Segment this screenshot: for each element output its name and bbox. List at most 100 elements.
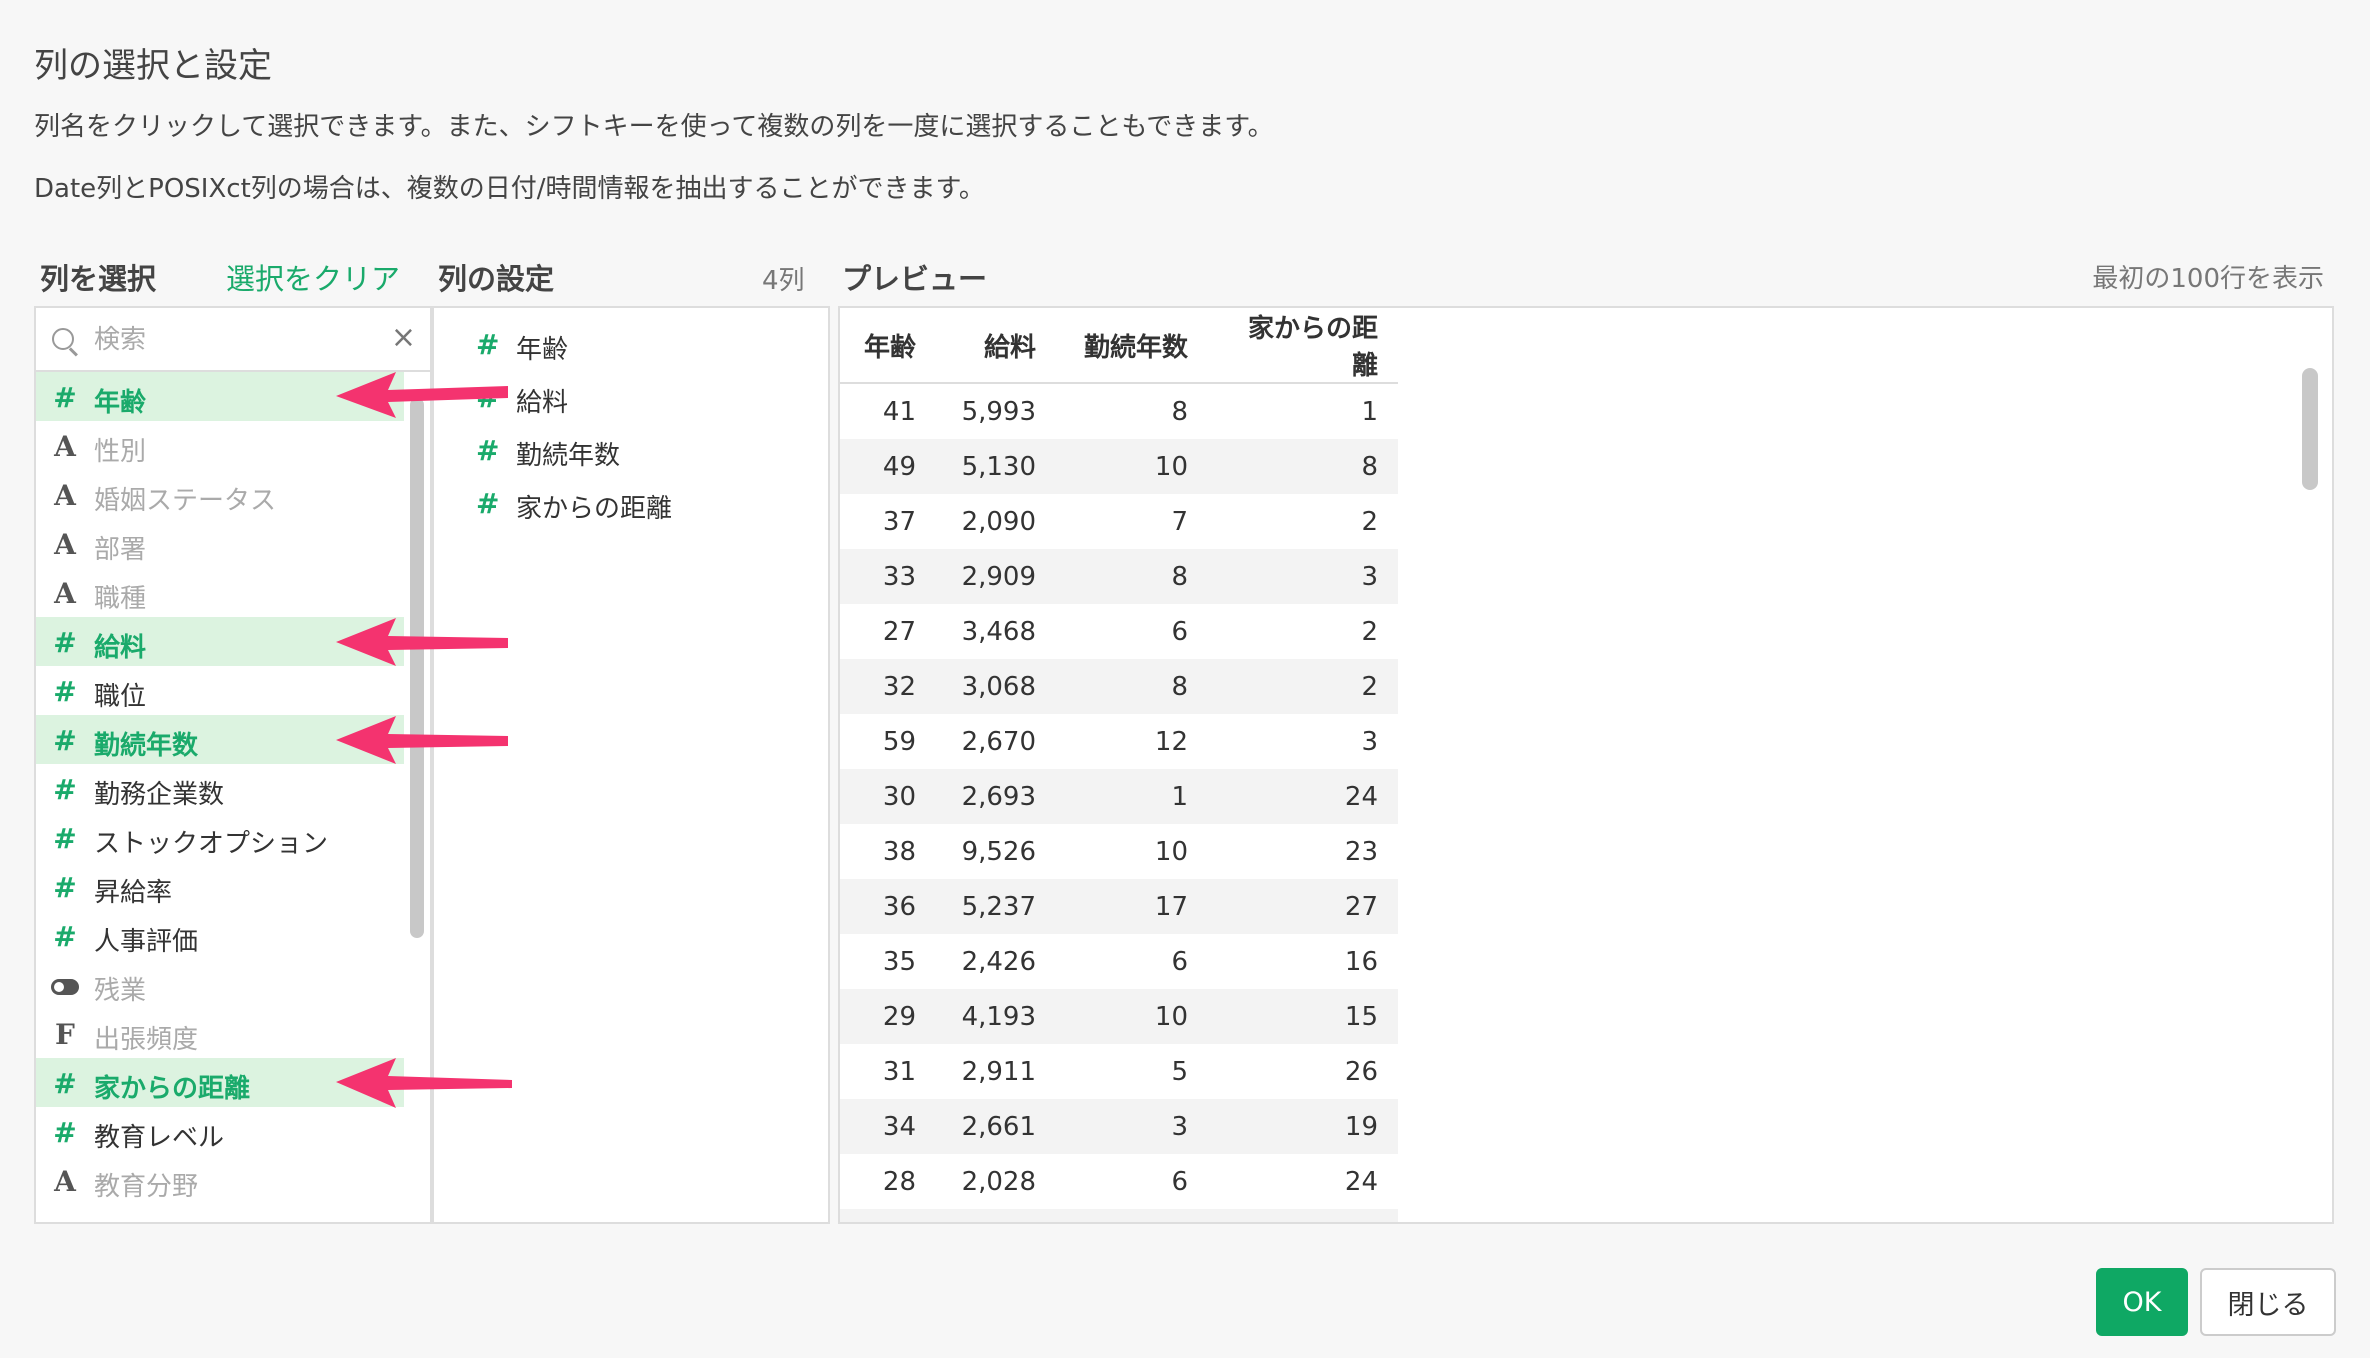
numeric-type-icon: # bbox=[53, 822, 77, 855]
text-type-icon: A bbox=[54, 430, 76, 463]
numeric-type-icon: # bbox=[476, 434, 500, 467]
table-cell: 2,090 bbox=[961, 506, 1036, 537]
table-cell: 24 bbox=[1208, 769, 1398, 824]
column-list-item[interactable]: # 給料 bbox=[36, 617, 404, 666]
settings-list: # 年齢 # 給料 # 勤続年数 # 家からの距離 bbox=[434, 316, 828, 528]
numeric-type-icon: # bbox=[53, 773, 77, 806]
close-button[interactable]: 閉じる bbox=[2200, 1268, 2336, 1336]
preview-header: プレビュー bbox=[842, 262, 988, 296]
table-cell: 29 bbox=[840, 1209, 936, 1222]
column-list-item[interactable]: # 勤続年数 bbox=[36, 715, 404, 764]
column-list-item[interactable]: # 家からの距離 bbox=[36, 1058, 404, 1107]
table-cell: 12 bbox=[1154, 726, 1188, 757]
table-cell: 4,193 bbox=[936, 989, 1056, 1044]
table-row: 49 5,130 10 8 bbox=[840, 439, 1398, 494]
table-cell: 10 bbox=[1056, 439, 1208, 494]
settings-list-item[interactable]: # 家からの距離 bbox=[434, 475, 828, 528]
table-cell: 3 bbox=[1056, 1099, 1208, 1154]
dialog-description-2: Date列とPOSIXct列の場合は、複数の日付/時間情報を抽出することができま… bbox=[34, 174, 985, 204]
table-cell: 36 bbox=[840, 879, 936, 934]
toggle-shape bbox=[51, 979, 79, 995]
text-type-icon: A bbox=[54, 479, 76, 512]
column-list-item[interactable]: # 昇給率 bbox=[36, 862, 404, 911]
table-cell: 15 bbox=[1208, 989, 1398, 1044]
scrollbar[interactable] bbox=[2302, 368, 2318, 490]
table-cell: 10 bbox=[1056, 989, 1208, 1044]
settings-list-item[interactable]: # 年齢 bbox=[434, 316, 828, 369]
table-cell: 2,693 bbox=[936, 769, 1056, 824]
column-list-item[interactable]: # 教育レベル bbox=[36, 1107, 404, 1156]
close-icon[interactable]: × bbox=[391, 320, 416, 355]
table-cell: 21 bbox=[1208, 1209, 1398, 1222]
column-list-item[interactable]: # 年齢 bbox=[36, 372, 404, 421]
column-list-item[interactable]: A 婚姻ステータス bbox=[36, 470, 404, 519]
table-cell: 2,670 bbox=[961, 726, 1036, 757]
settings-list-item[interactable]: # 勤続年数 bbox=[434, 422, 828, 475]
table-cell: 23 bbox=[1344, 836, 1378, 867]
table-row: 35 2,426 6 16 bbox=[840, 934, 1398, 989]
table-row: 32 3,068 8 2 bbox=[840, 659, 1398, 714]
settings-list-item[interactable]: # 給料 bbox=[434, 369, 828, 422]
numeric-type-icon: # bbox=[53, 871, 77, 904]
table-cell: 30 bbox=[840, 769, 936, 824]
table-row: 30 2,693 1 24 bbox=[840, 769, 1398, 824]
column-list-item[interactable]: A 性別 bbox=[36, 421, 404, 470]
table-cell: 35 bbox=[882, 946, 916, 977]
column-list-item[interactable]: A 部署 bbox=[36, 519, 404, 568]
table-cell: 6 bbox=[1171, 1166, 1188, 1197]
table-row: 299,9801021 bbox=[840, 1209, 1398, 1222]
column-list-item[interactable]: A 教育分野 bbox=[36, 1156, 404, 1205]
table-cell: 19 bbox=[1208, 1099, 1398, 1154]
preview-column-header: 家からの距離 bbox=[1208, 308, 1398, 384]
preview-column-header: 年齢 bbox=[840, 308, 936, 384]
column-list-item[interactable]: # ストックオプション bbox=[36, 813, 404, 862]
table-cell: 17 bbox=[1056, 879, 1208, 934]
column-list-item-label: 教育レベル bbox=[94, 1123, 225, 1153]
table-cell: 27 bbox=[882, 616, 916, 647]
preview-table: 年齢 給料 勤続年数 家からの距離 41 5,993 8 1 49 5,130 10 8 37 2,09… bbox=[840, 308, 1398, 1222]
table-cell: 8 bbox=[1171, 396, 1188, 427]
table-cell: 16 bbox=[1344, 946, 1378, 977]
table-cell: 28 bbox=[882, 1166, 916, 1197]
column-list-item[interactable]: F 出張頻度 bbox=[36, 1009, 404, 1058]
table-row: 31 2,911 5 26 bbox=[840, 1044, 1398, 1099]
toggle-icon bbox=[50, 969, 80, 1002]
numeric-type-icon: # bbox=[476, 328, 500, 361]
column-list-item[interactable]: # 職位 bbox=[36, 666, 404, 715]
table-cell: 2,426 bbox=[961, 946, 1036, 977]
numeric-type-icon: # bbox=[53, 920, 77, 953]
table-cell: 24 bbox=[1344, 1166, 1378, 1197]
text-type-icon: A bbox=[54, 528, 76, 561]
dialog-description-1: 列名をクリックして選択できます。また、シフトキーを使って複数の列を一度に選択する… bbox=[34, 112, 1274, 142]
table-cell: 2 bbox=[1361, 616, 1378, 647]
table-cell: 38 bbox=[882, 836, 916, 867]
scrollbar[interactable] bbox=[410, 398, 424, 938]
column-list: # 年齢 A 性別 A 婚姻ステータス A 部署 A 職種 # 給料 # 職位 # 勤続年数 # 勤務企業数 # スト… bbox=[36, 372, 404, 1205]
numeric-type-icon: # bbox=[476, 487, 500, 520]
preview-column-header: 勤続年数 bbox=[1056, 308, 1208, 384]
column-list-item[interactable]: # 人事評価 bbox=[36, 911, 404, 960]
column-list-item-label: 給料 bbox=[94, 633, 147, 663]
table-cell: 9,526 bbox=[961, 836, 1036, 867]
table-row: 29 4,193 10 15 bbox=[840, 989, 1398, 1044]
table-cell: 26 bbox=[1344, 1056, 1378, 1087]
table-cell: 8 bbox=[1208, 439, 1398, 494]
column-list-item-label: 職種 bbox=[94, 584, 147, 614]
column-list-item-label: 年齢 bbox=[94, 388, 147, 418]
table-cell: 6 bbox=[1171, 616, 1188, 647]
column-settings-header: 列の設定 bbox=[438, 262, 555, 296]
search-input[interactable] bbox=[92, 318, 366, 362]
dialog-title: 列の選択と設定 bbox=[34, 46, 272, 86]
numeric-type-icon: # bbox=[53, 1116, 77, 1149]
clear-selection-link[interactable]: 選択をクリア bbox=[226, 256, 400, 298]
column-list-item[interactable]: 残業 bbox=[36, 960, 404, 1009]
table-row: 38 9,526 10 23 bbox=[840, 824, 1398, 879]
table-cell: 8 bbox=[1056, 549, 1208, 604]
column-list-item[interactable]: A 職種 bbox=[36, 568, 404, 617]
ok-button[interactable]: OK bbox=[2096, 1268, 2188, 1336]
table-cell: 1 bbox=[1361, 396, 1378, 427]
settings-list-item-label: 給料 bbox=[516, 388, 569, 418]
preview-column-header: 給料 bbox=[936, 308, 1056, 384]
table-cell: 34 bbox=[840, 1099, 936, 1154]
column-list-item[interactable]: # 勤務企業数 bbox=[36, 764, 404, 813]
